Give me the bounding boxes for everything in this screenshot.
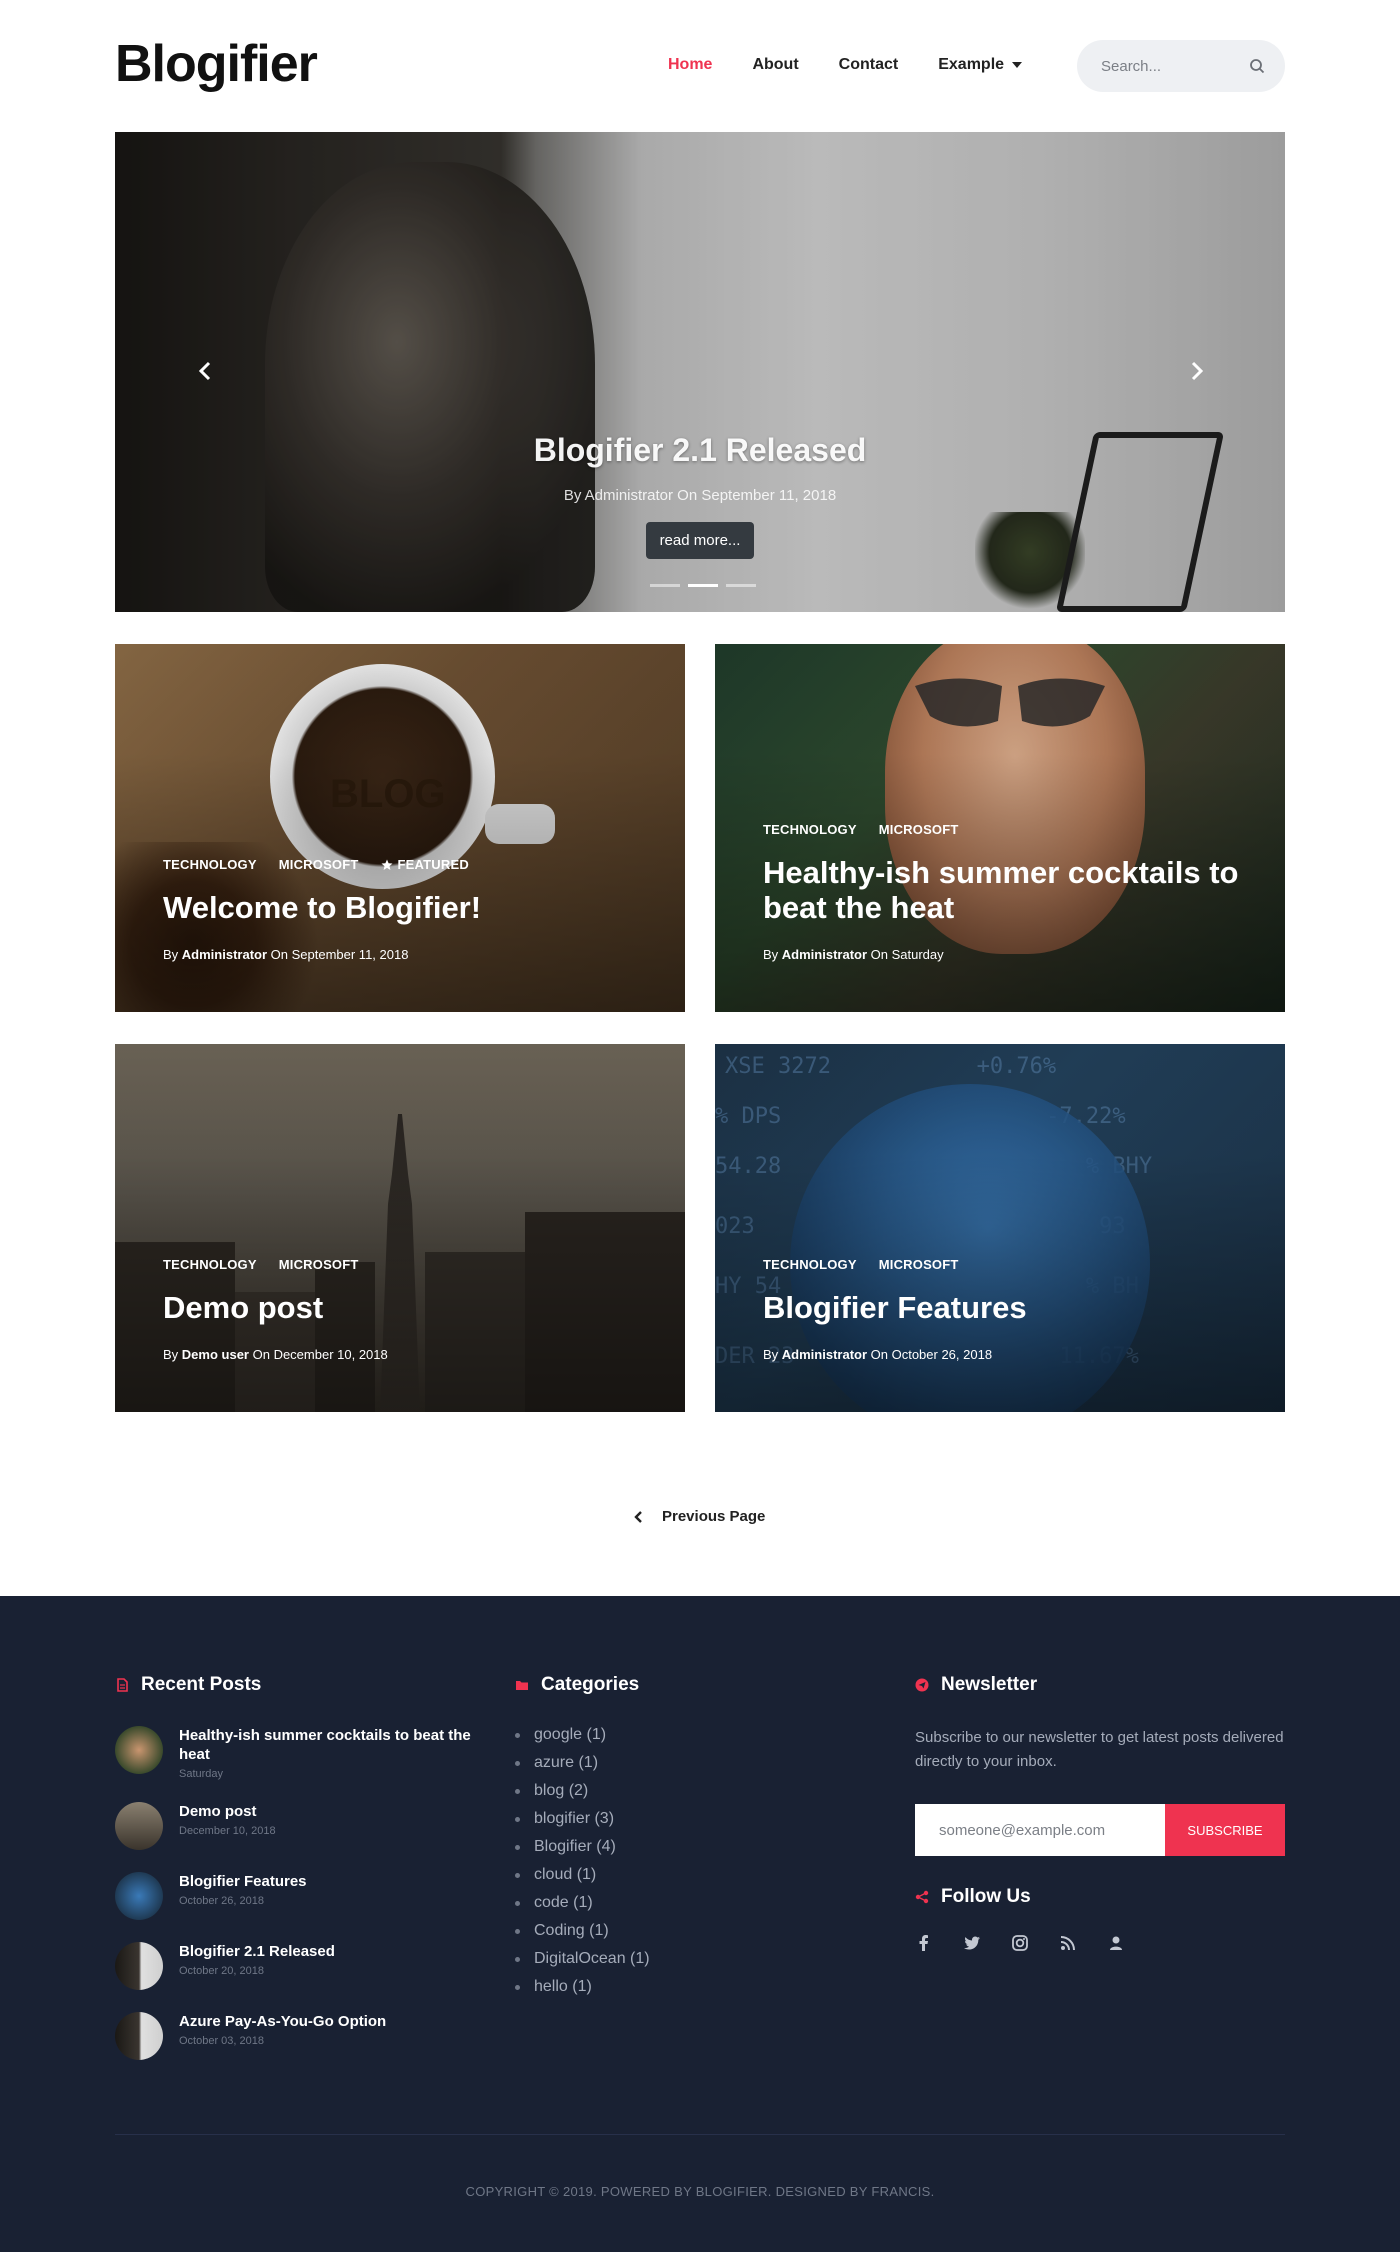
share-icon bbox=[915, 1890, 929, 1904]
main-nav: Home About Contact Example bbox=[668, 56, 1062, 74]
category-link[interactable]: hello (1) bbox=[515, 1978, 650, 1996]
hero-title[interactable]: Blogifier 2.1 Released bbox=[115, 432, 1285, 469]
hero-carousel: Blogifier 2.1 Released By Administrator … bbox=[115, 132, 1285, 612]
avatar bbox=[115, 2012, 163, 2060]
category-link[interactable]: DigitalOcean (1) bbox=[515, 1950, 650, 1968]
post-title[interactable]: Blogifier Features bbox=[763, 1290, 1245, 1325]
star-icon bbox=[381, 859, 393, 870]
featured-tag: FEATURED bbox=[381, 857, 469, 872]
site-logo[interactable]: Blogifier bbox=[115, 34, 318, 94]
nav-contact[interactable]: Contact bbox=[839, 56, 899, 74]
post-card[interactable]: XSE 3272 +0.76% % DPS -7.22% 54.28 % BHY… bbox=[715, 1044, 1285, 1412]
post-title[interactable]: Demo post bbox=[163, 1290, 645, 1325]
category-tag[interactable]: MICROSOFT bbox=[879, 822, 959, 837]
category-link[interactable]: azure (1) bbox=[515, 1754, 650, 1772]
category-tag[interactable]: MICROSOFT bbox=[279, 1257, 359, 1272]
category-link[interactable]: Coding (1) bbox=[515, 1922, 650, 1940]
carousel-indicator-active[interactable] bbox=[688, 584, 718, 587]
newsletter-title: Newsletter bbox=[941, 1674, 1038, 1695]
site-header: Blogifier Home About Contact Example bbox=[0, 0, 1400, 132]
chevron-left-icon bbox=[634, 1510, 642, 1523]
hero-meta: By Administrator On September 11, 2018 bbox=[563, 487, 837, 504]
nav-example-label: Example bbox=[938, 56, 1005, 73]
social-links bbox=[915, 1934, 1285, 1952]
carousel-next-icon[interactable] bbox=[1185, 360, 1207, 382]
post-categories: TECHNOLOGY MICROSOFT bbox=[763, 822, 1245, 837]
recent-post-item[interactable]: Demo post December 10, 2018 bbox=[115, 1802, 475, 1850]
categories-title: Categories bbox=[541, 1674, 640, 1695]
recent-post-item[interactable]: Azure Pay-As-You-Go Option October 03, 20… bbox=[115, 2012, 475, 2060]
categories-widget: Categories google (1) azure (1) blog (2)… bbox=[515, 1674, 650, 2006]
category-tag[interactable]: TECHNOLOGY bbox=[763, 1257, 857, 1272]
post-meta: By Administrator On Saturday bbox=[763, 947, 944, 962]
post-meta: By Administrator On October 26, 2018 bbox=[763, 1347, 993, 1362]
post-categories: TECHNOLOGY MICROSOFT FEATURED bbox=[163, 857, 645, 872]
previous-page-label: Previous Page bbox=[662, 1508, 766, 1525]
carousel-indicators bbox=[650, 584, 756, 587]
post-card[interactable]: TECHNOLOGY MICROSOFT Demo post By Demo u… bbox=[115, 1044, 685, 1412]
category-tag[interactable]: TECHNOLOGY bbox=[763, 822, 857, 837]
copyright-text: COPYRIGHT © 2019. POWERED BY BLOGIFIER. … bbox=[465, 2184, 935, 2199]
document-icon bbox=[117, 1678, 128, 1692]
post-title[interactable]: Welcome to Blogifier! bbox=[163, 890, 645, 925]
category-link[interactable]: code (1) bbox=[515, 1894, 650, 1912]
rss-icon[interactable] bbox=[1059, 1934, 1077, 1952]
site-footer: Recent Posts Healthy-ish summer cocktail… bbox=[0, 1596, 1400, 2252]
recent-post-item[interactable]: Blogifier Features October 26, 2018 bbox=[115, 1872, 475, 1920]
nav-example-dropdown[interactable]: Example bbox=[938, 56, 1023, 74]
category-tag[interactable]: MICROSOFT bbox=[879, 1257, 959, 1272]
newsletter-widget: Newsletter Subscribe to our newsletter t… bbox=[915, 1674, 1285, 1952]
avatar bbox=[115, 1942, 163, 1990]
post-meta: By Administrator On September 11, 2018 bbox=[163, 947, 409, 962]
footer-divider bbox=[115, 2134, 1285, 2135]
post-categories: TECHNOLOGY MICROSOFT bbox=[763, 1257, 1245, 1272]
category-tag[interactable]: MICROSOFT bbox=[279, 857, 359, 872]
instagram-icon[interactable] bbox=[1011, 1934, 1029, 1952]
post-title[interactable]: Healthy-ish summer cocktails to beat the … bbox=[763, 855, 1245, 925]
email-field[interactable] bbox=[915, 1804, 1165, 1856]
avatar bbox=[115, 1726, 163, 1774]
folder-icon bbox=[516, 1681, 528, 1690]
user-icon[interactable] bbox=[1107, 1934, 1125, 1952]
previous-page-link[interactable]: Previous Page bbox=[632, 1508, 765, 1525]
read-more-button[interactable]: read more... bbox=[645, 522, 755, 559]
search-icon[interactable] bbox=[1249, 58, 1265, 74]
facebook-icon[interactable] bbox=[915, 1934, 933, 1952]
search-box bbox=[1077, 40, 1285, 92]
avatar bbox=[115, 1802, 163, 1850]
recent-posts-widget: Recent Posts Healthy-ish summer cocktail… bbox=[115, 1674, 475, 2082]
category-link[interactable]: Blogifier (4) bbox=[515, 1838, 650, 1856]
category-tag[interactable]: TECHNOLOGY bbox=[163, 857, 257, 872]
follow-us-title: Follow Us bbox=[941, 1886, 1031, 1907]
recent-post-item[interactable]: Healthy-ish summer cocktails to beat the… bbox=[115, 1726, 475, 1780]
post-card[interactable]: TECHNOLOGY MICROSOFT Healthy-ish summer … bbox=[715, 644, 1285, 1012]
newsletter-description: Subscribe to our newsletter to get lates… bbox=[915, 1729, 1284, 1770]
carousel-prev-icon[interactable] bbox=[195, 360, 217, 382]
category-link[interactable]: blog (2) bbox=[515, 1782, 650, 1800]
recent-posts-title: Recent Posts bbox=[141, 1674, 262, 1695]
category-link[interactable]: google (1) bbox=[515, 1726, 650, 1744]
recent-post-item[interactable]: Blogifier 2.1 Released October 20, 2018 bbox=[115, 1942, 475, 1990]
nav-about[interactable]: About bbox=[752, 56, 798, 74]
post-card[interactable]: BLOG TECHNOLOGY MICROSOFT FEATURED Welco… bbox=[115, 644, 685, 1012]
hero-caption: Blogifier 2.1 Released By Administrator … bbox=[115, 432, 1285, 559]
nav-home[interactable]: Home bbox=[668, 56, 712, 74]
newsletter-form: SUBSCRIBE bbox=[915, 1804, 1285, 1856]
post-categories: TECHNOLOGY MICROSOFT bbox=[163, 1257, 645, 1272]
search-input[interactable] bbox=[1101, 57, 1249, 75]
caret-down-icon bbox=[1012, 62, 1023, 68]
subscribe-button[interactable]: SUBSCRIBE bbox=[1165, 1804, 1285, 1856]
carousel-indicator[interactable] bbox=[726, 584, 756, 587]
category-link[interactable]: cloud (1) bbox=[515, 1866, 650, 1884]
post-meta: By Demo user On December 10, 2018 bbox=[163, 1347, 388, 1362]
twitter-icon[interactable] bbox=[963, 1934, 981, 1952]
carousel-indicator[interactable] bbox=[650, 584, 680, 587]
category-link[interactable]: blogifier (3) bbox=[515, 1810, 650, 1828]
categories-list: google (1) azure (1) blog (2) blogifier … bbox=[515, 1726, 650, 1996]
avatar bbox=[115, 1872, 163, 1920]
send-icon bbox=[915, 1678, 929, 1692]
category-tag[interactable]: TECHNOLOGY bbox=[163, 1257, 257, 1272]
